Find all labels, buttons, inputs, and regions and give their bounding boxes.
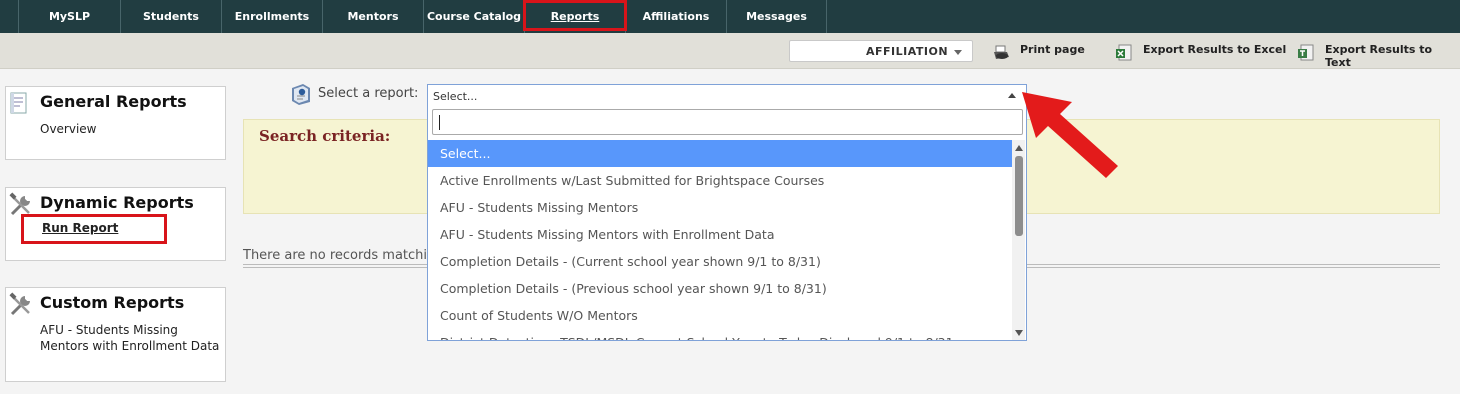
custom-reports-title: Custom Reports — [40, 293, 185, 312]
report-book-icon — [292, 84, 310, 105]
report-options-list: Select... Active Enrollments w/Last Subm… — [428, 140, 1012, 340]
select-report-label: Select a report: — [318, 86, 419, 101]
custom-report-link[interactable]: AFU - Students Missing Mentors with Enro… — [40, 322, 220, 354]
report-option[interactable]: Completion Details - (Previous school ye… — [428, 275, 1012, 302]
tab-myslp[interactable]: MySLP — [18, 0, 120, 33]
report-option[interactable]: Completion Details - (Current school yea… — [428, 248, 1012, 275]
report-option[interactable]: Count of Students W/O Mentors — [428, 302, 1012, 329]
tab-enrollments[interactable]: Enrollments — [221, 0, 322, 33]
toolbar: AFFILIATION Print page Export Results to… — [0, 33, 1460, 69]
run-report-link[interactable]: Run Report — [42, 221, 118, 235]
report-option[interactable]: AFU - Students Missing Mentors with Enro… — [428, 221, 1012, 248]
affiliation-label: AFFILIATION — [866, 45, 949, 58]
tab-reports[interactable]: Reports — [524, 0, 625, 33]
printer-icon[interactable] — [993, 44, 1011, 62]
no-records-message: There are no records matchi — [243, 248, 428, 263]
tab-messages[interactable]: Messages — [726, 0, 827, 33]
chevron-up-icon — [1008, 93, 1016, 98]
text-caret — [439, 115, 440, 130]
excel-icon[interactable] — [1115, 44, 1133, 62]
report-select-value: Select... — [433, 90, 478, 103]
general-reports-title: General Reports — [40, 92, 187, 111]
report-option[interactable]: Active Enrollments w/Last Submitted for … — [428, 167, 1012, 194]
dynamic-reports-title: Dynamic Reports — [40, 193, 194, 212]
report-option[interactable]: Select... — [428, 140, 1012, 167]
general-reports-panel: General Reports Overview — [5, 86, 226, 160]
custom-reports-panel: Custom Reports AFU - Students Missing Me… — [5, 287, 226, 382]
export-text-link[interactable]: Export Results to Text — [1325, 43, 1460, 69]
export-excel-link[interactable]: Export Results to Excel — [1143, 43, 1286, 56]
overview-link[interactable]: Overview — [40, 122, 97, 136]
tab-course-catalog[interactable]: Course Catalog — [423, 0, 524, 33]
tools-icon — [9, 192, 30, 216]
red-arrow-annotation — [1022, 92, 1118, 178]
chevron-down-icon — [954, 50, 962, 55]
print-page-link[interactable]: Print page — [1020, 43, 1085, 56]
document-icon — [10, 92, 27, 114]
tools-icon — [9, 292, 30, 316]
search-criteria-title: Search criteria: — [259, 127, 391, 145]
report-search-input[interactable] — [432, 109, 1023, 135]
scroll-down-arrow-icon[interactable] — [1015, 330, 1023, 336]
top-nav: MySLP Students Enrollments Mentors Cours… — [0, 0, 1460, 33]
affiliation-select[interactable]: AFFILIATION — [789, 40, 973, 62]
tab-mentors[interactable]: Mentors — [322, 0, 423, 33]
report-option[interactable]: AFU - Students Missing Mentors — [428, 194, 1012, 221]
tab-affiliations[interactable]: Affiliations — [625, 0, 726, 33]
tab-students[interactable]: Students — [120, 0, 221, 33]
report-dropdown: Select... Active Enrollments w/Last Subm… — [427, 107, 1027, 341]
text-file-icon[interactable] — [1297, 44, 1315, 62]
report-option[interactable]: District Detections TSDL/MSDL Current Sc… — [428, 329, 1012, 340]
dynamic-reports-panel: Dynamic Reports Run Report — [5, 187, 226, 261]
report-select[interactable]: Select... — [427, 84, 1027, 107]
